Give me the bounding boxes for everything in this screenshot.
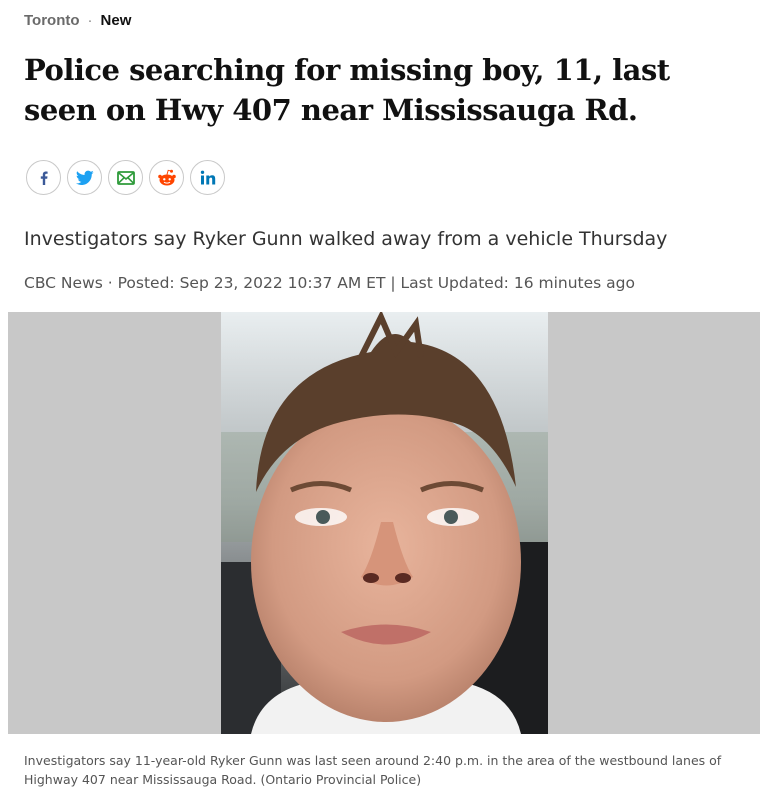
new-tag: New <box>100 12 132 29</box>
breadcrumb-section-link[interactable]: Toronto <box>24 12 80 29</box>
email-icon <box>116 170 135 185</box>
byline-source: CBC News <box>24 274 103 292</box>
byline-updated: Last Updated: 16 minutes ago <box>400 274 635 292</box>
lead-photo-frame <box>8 312 760 734</box>
linkedin-icon <box>200 170 215 184</box>
byline-separator: · <box>102 274 118 292</box>
byline: CBC News · Posted: Sep 23, 2022 10:37 AM… <box>24 274 635 292</box>
share-email-button[interactable] <box>108 160 143 195</box>
page-title: Police searching for missing boy, 11, la… <box>24 53 670 127</box>
photo-caption: Investigators say 11-year-old Ryker Gunn… <box>24 753 722 787</box>
boy-portrait-image <box>221 312 548 734</box>
twitter-icon <box>75 170 94 185</box>
share-linkedin-button[interactable] <box>190 160 225 195</box>
article-deck: Investigators say Ryker Gunn walked away… <box>24 228 668 250</box>
breadcrumb: Toronto · New <box>24 12 131 29</box>
byline-separator: | <box>385 274 401 292</box>
share-reddit-button[interactable] <box>149 160 184 195</box>
share-bar <box>26 160 225 195</box>
reddit-icon <box>157 169 176 185</box>
facebook-icon <box>40 171 48 185</box>
lead-photo[interactable] <box>221 312 548 734</box>
breadcrumb-separator: · <box>87 12 93 29</box>
share-twitter-button[interactable] <box>67 160 102 195</box>
share-facebook-button[interactable] <box>26 160 61 195</box>
byline-posted: Posted: Sep 23, 2022 10:37 AM ET <box>117 274 386 292</box>
